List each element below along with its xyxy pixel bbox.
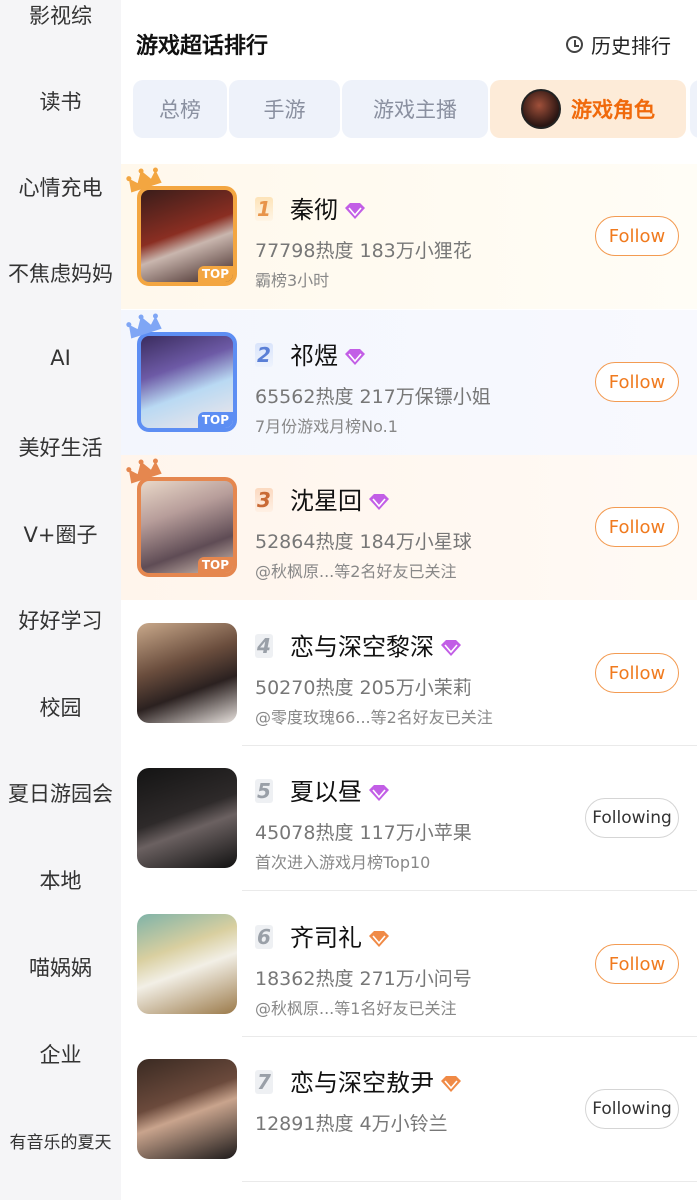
list-item[interactable]: 6 齐司礼 18362热度 271万小问号 @秋枫原...等1名好友已关注 Fo…: [121, 892, 697, 1037]
tab-label: 手游: [263, 98, 306, 122]
rank-note: @秋枫原...等1名好友已关注: [255, 999, 457, 1018]
character-name[interactable]: 祁煜: [290, 342, 338, 370]
rank-number: 3: [255, 488, 273, 512]
tab-label: 游戏角色: [571, 98, 655, 122]
character-name-row: 祁煜: [290, 336, 366, 371]
tab-mobile-games[interactable]: 手游: [229, 80, 340, 138]
heat-stats: 12891热度 4万小铃兰: [255, 1113, 448, 1135]
sidebar-item-不焦虑妈妈[interactable]: 不焦虑妈妈: [0, 258, 121, 288]
character-name-row: 恋与深空敖尹: [290, 1063, 462, 1098]
list-item[interactable]: TOP 1 秦彻 77798热度 183万小狸花 霸榜3小时 Follow: [121, 164, 697, 309]
row-divider: [242, 1181, 697, 1182]
sidebar-item-校园[interactable]: 校园: [0, 692, 121, 722]
diamond-badge-icon: [369, 494, 389, 510]
list-item[interactable]: 7 恋与深空敖尹 12891热度 4万小铃兰 Following: [121, 1037, 697, 1182]
history-ranking-button[interactable]: 历史排行: [566, 30, 671, 59]
diamond-badge-icon: [345, 203, 365, 219]
page-title: 游戏超话排行: [136, 34, 269, 59]
rank-note: @零度玫瑰66...等2名好友已关注: [255, 708, 493, 727]
follow-button[interactable]: Follow: [595, 216, 679, 256]
list-item[interactable]: 5 夏以昼 45078热度 117万小苹果 首次进入游戏月榜Top10 Foll…: [121, 746, 697, 891]
tab-label: 游戏主播: [373, 98, 457, 122]
character-name[interactable]: 恋与深空敖尹: [290, 1069, 434, 1097]
channel-sidebar: 影视综 读书 心情充电 不焦虑妈妈 AI 美好生活 V+圈子 好好学习 校园 夏…: [0, 0, 121, 1200]
character-name-row: 沈星回: [290, 481, 390, 516]
heat-stats: 77798热度 183万小狸花: [255, 240, 472, 262]
avatar[interactable]: TOP: [137, 186, 237, 286]
following-button[interactable]: Following: [585, 1089, 679, 1129]
tab-avatar-icon: [521, 89, 561, 129]
rank-note: 首次进入游戏月榜Top10: [255, 853, 431, 872]
sidebar-item-喵娲娲[interactable]: 喵娲娲: [0, 952, 121, 982]
rank-number: 2: [255, 343, 273, 367]
tab-label: 总榜: [159, 98, 201, 122]
rank-note: @秋枫原...等2名好友已关注: [255, 562, 457, 581]
avatar[interactable]: TOP: [137, 477, 237, 577]
character-name[interactable]: 秦彻: [290, 196, 338, 224]
clock-icon: [566, 36, 583, 53]
top-badge: TOP: [197, 557, 233, 573]
list-item[interactable]: 4 恋与深空黎深 50270热度 205万小茉莉 @零度玫瑰66...等2名好友…: [121, 601, 697, 746]
rank-number: 6: [255, 925, 273, 949]
character-name-row: 齐司礼: [290, 918, 390, 953]
rank-note: 7月份游戏月榜No.1: [255, 417, 398, 436]
row-divider: [242, 890, 697, 891]
sidebar-item-ai[interactable]: AI: [0, 346, 121, 370]
rank-number: 4: [255, 634, 273, 658]
avatar[interactable]: [137, 914, 237, 1014]
rank-number: 5: [255, 779, 273, 803]
sidebar-item-有音乐的夏天[interactable]: 有音乐的夏天: [0, 1128, 121, 1153]
character-name[interactable]: 沈星回: [290, 487, 362, 515]
heat-stats: 18362热度 271万小问号: [255, 968, 472, 990]
sidebar-item-影视综[interactable]: 影视综: [0, 0, 121, 30]
heat-stats: 50270热度 205万小茉莉: [255, 677, 472, 699]
sidebar-item-夏日游园会[interactable]: 夏日游园会: [0, 778, 121, 808]
sidebar-item-美好生活[interactable]: 美好生活: [0, 432, 121, 462]
follow-button[interactable]: Follow: [595, 944, 679, 984]
sidebar-item-心情充电[interactable]: 心情充电: [0, 172, 121, 202]
sidebar-item-本地[interactable]: 本地: [0, 865, 121, 895]
list-item[interactable]: TOP 3 沈星回 52864热度 184万小星球 @秋枫原...等2名好友已关…: [121, 455, 697, 600]
character-name-row: 夏以昼: [290, 772, 390, 807]
follow-button[interactable]: Follow: [595, 653, 679, 693]
heat-stats: 52864热度 184万小星球: [255, 531, 472, 553]
avatar[interactable]: [137, 1059, 237, 1159]
sidebar-item-读书[interactable]: 读书: [0, 86, 121, 116]
tab-game-characters[interactable]: 游戏角色: [490, 80, 686, 138]
tab-total[interactable]: 总榜: [133, 80, 227, 138]
character-name-row: 秦彻: [290, 190, 366, 225]
history-label: 历史排行: [591, 34, 671, 58]
diamond-badge-icon: [345, 349, 365, 365]
following-button[interactable]: Following: [585, 798, 679, 838]
diamond-badge-icon: [369, 931, 389, 947]
rank-note: 霸榜3小时: [255, 271, 330, 290]
follow-button[interactable]: Follow: [595, 362, 679, 402]
sidebar-item-企业[interactable]: 企业: [0, 1039, 121, 1069]
avatar[interactable]: [137, 768, 237, 868]
top-badge: TOP: [197, 412, 233, 428]
sidebar-item-好好学习[interactable]: 好好学习: [0, 605, 121, 635]
diamond-badge-icon: [441, 1076, 461, 1092]
diamond-badge-icon: [369, 785, 389, 801]
follow-button[interactable]: Follow: [595, 507, 679, 547]
list-item[interactable]: TOP 2 祁煜 65562热度 217万保镖小姐 7月份游戏月榜No.1 Fo…: [121, 310, 697, 455]
character-name[interactable]: 夏以昼: [290, 778, 362, 806]
avatar[interactable]: TOP: [137, 332, 237, 432]
diamond-badge-icon: [441, 640, 461, 656]
character-name[interactable]: 恋与深空黎深: [290, 633, 434, 661]
tab-next-partial[interactable]: [690, 80, 697, 138]
avatar[interactable]: [137, 623, 237, 723]
character-name[interactable]: 齐司礼: [290, 924, 362, 952]
rank-number: 7: [255, 1070, 273, 1094]
sidebar-item-v-circle[interactable]: V+圈子: [0, 519, 121, 549]
tab-game-streamers[interactable]: 游戏主播: [342, 80, 488, 138]
heat-stats: 65562热度 217万保镖小姐: [255, 386, 491, 408]
character-name-row: 恋与深空黎深: [290, 627, 462, 662]
top-badge: TOP: [197, 266, 233, 282]
heat-stats: 45078热度 117万小苹果: [255, 822, 472, 844]
rank-number: 1: [255, 197, 273, 221]
